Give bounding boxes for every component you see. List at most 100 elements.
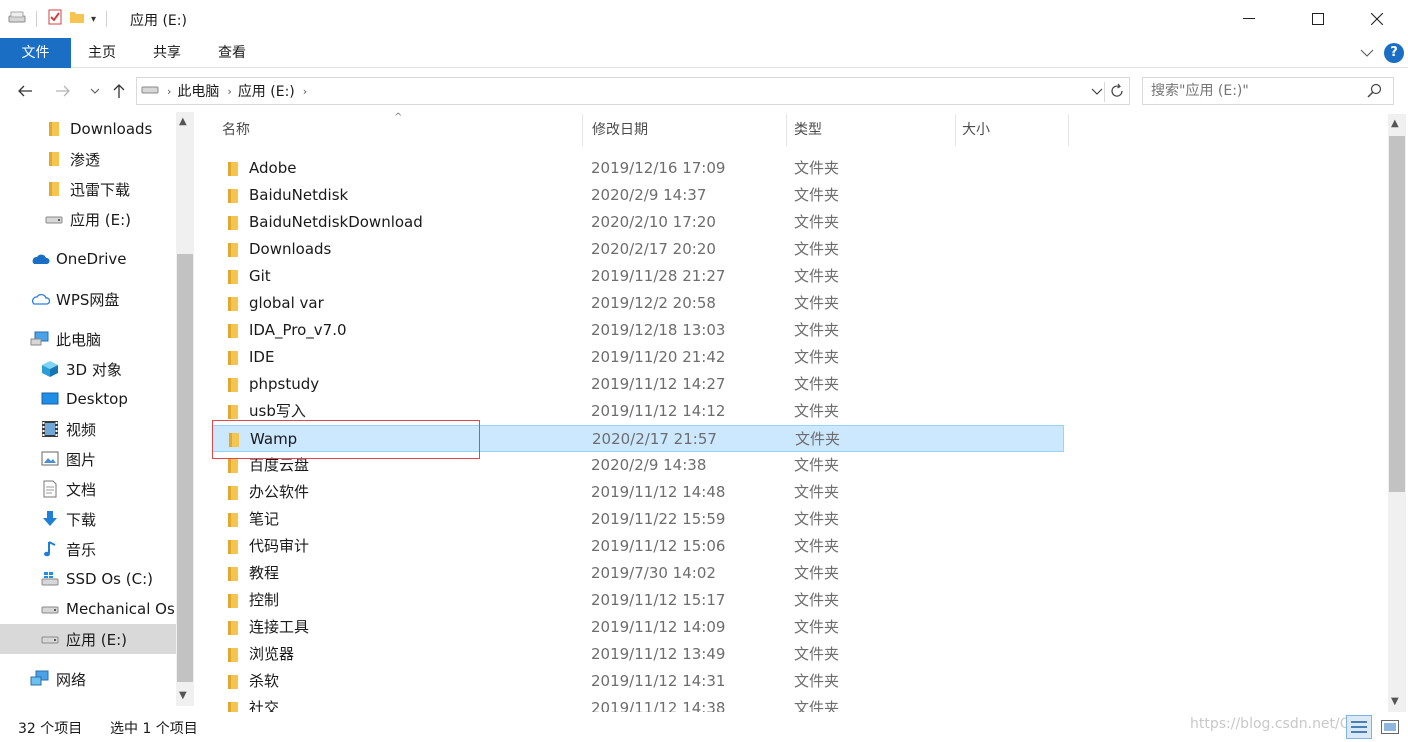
nav-item-network[interactable]: 网络 bbox=[0, 664, 176, 694]
column-header-type[interactable]: 类型 bbox=[794, 112, 822, 146]
file-date: 2020/2/17 20:20 bbox=[591, 240, 716, 258]
navigation-scrollbar[interactable]: ▲ ▼ bbox=[176, 112, 194, 706]
file-row[interactable]: Wamp 2020/2/17 21:57 文件夹 bbox=[212, 425, 1064, 452]
up-arrow-icon[interactable] bbox=[108, 80, 130, 102]
ribbon: 文件 主页 共享 查看 ? bbox=[0, 38, 1408, 68]
drive-icon[interactable] bbox=[8, 10, 26, 28]
scroll-up-icon[interactable]: ▲ bbox=[1391, 118, 1399, 129]
breadcrumb-separator-icon[interactable]: › bbox=[227, 85, 231, 98]
properties-icon[interactable] bbox=[47, 9, 63, 29]
close-button[interactable] bbox=[1354, 0, 1400, 38]
nav-item-label: 应用 (E:) bbox=[70, 210, 132, 229]
file-row[interactable]: 笔记 2019/11/22 15:59 文件夹 bbox=[212, 506, 1064, 533]
file-name: BaiduNetdisk bbox=[249, 186, 349, 204]
search-box[interactable] bbox=[1142, 77, 1394, 105]
window-title: 应用 (E:) bbox=[130, 13, 187, 29]
column-divider[interactable] bbox=[1068, 114, 1069, 146]
file-row[interactable]: Git 2019/11/28 21:27 文件夹 bbox=[212, 263, 1064, 290]
scroll-down-icon[interactable]: ▼ bbox=[1391, 696, 1399, 707]
nav-item-desktop[interactable]: Desktop bbox=[0, 384, 176, 414]
scroll-down-icon[interactable]: ▼ bbox=[179, 690, 187, 701]
nav-item-drive-c[interactable]: SSD Os (C:) bbox=[0, 564, 176, 594]
nav-item-3d-objects[interactable]: 3D 对象 bbox=[0, 354, 176, 384]
file-row[interactable]: IDE 2019/11/20 21:42 文件夹 bbox=[212, 344, 1064, 371]
file-type: 文件夹 bbox=[794, 591, 840, 609]
maximize-button[interactable] bbox=[1295, 0, 1341, 38]
file-row[interactable]: 代码审计 2019/11/12 15:06 文件夹 bbox=[212, 533, 1064, 560]
column-divider[interactable] bbox=[955, 114, 956, 146]
file-row[interactable]: phpstudy 2019/11/12 14:27 文件夹 bbox=[212, 371, 1064, 398]
nav-item-wps-cloud[interactable]: WPS网盘 bbox=[0, 284, 176, 314]
back-arrow-icon[interactable] bbox=[14, 80, 36, 102]
tab-file[interactable]: 文件 bbox=[0, 38, 71, 68]
file-row[interactable]: 杀软 2019/11/12 14:31 文件夹 bbox=[212, 668, 1064, 695]
column-divider[interactable] bbox=[582, 114, 583, 146]
tab-home[interactable]: 主页 bbox=[88, 38, 116, 68]
nav-item-documents[interactable]: 文档 bbox=[0, 474, 176, 504]
forward-arrow-icon[interactable] bbox=[52, 80, 74, 102]
breadcrumb-this-pc[interactable]: 此电脑 bbox=[177, 81, 219, 101]
file-row[interactable]: 教程 2019/7/30 14:02 文件夹 bbox=[212, 560, 1064, 587]
help-button[interactable]: ? bbox=[1384, 43, 1404, 63]
column-header-date[interactable]: 修改日期 bbox=[592, 112, 648, 146]
file-type: 文件夹 bbox=[794, 510, 840, 528]
scrollbar-thumb[interactable] bbox=[177, 254, 193, 682]
network-icon bbox=[30, 669, 50, 689]
file-row[interactable]: 连接工具 2019/11/12 14:09 文件夹 bbox=[212, 614, 1064, 641]
file-list-scrollbar[interactable]: ▲ ▼ bbox=[1388, 114, 1406, 712]
address-dropdown-chevron-icon[interactable] bbox=[1091, 84, 1103, 100]
refresh-icon[interactable] bbox=[1104, 82, 1125, 102]
file-date: 2019/11/12 14:48 bbox=[591, 483, 726, 501]
scroll-up-icon[interactable]: ▲ bbox=[179, 116, 187, 127]
column-header-size[interactable]: 大小 bbox=[962, 112, 990, 146]
nav-item-xunlei-downloads[interactable]: 迅雷下载 bbox=[0, 174, 176, 204]
file-row[interactable]: 办公软件 2019/11/12 14:48 文件夹 bbox=[212, 479, 1064, 506]
file-row[interactable]: 控制 2019/11/12 15:17 文件夹 bbox=[212, 587, 1064, 614]
folder-icon bbox=[226, 188, 240, 204]
breadcrumb-separator-icon[interactable]: › bbox=[167, 85, 171, 98]
breadcrumb-separator-icon[interactable]: › bbox=[303, 85, 307, 98]
file-row[interactable]: usb写入 2019/11/12 14:12 文件夹 bbox=[212, 398, 1064, 425]
toolbar-separator bbox=[106, 11, 108, 27]
file-row[interactable]: IDA_Pro_v7.0 2019/12/18 13:03 文件夹 bbox=[212, 317, 1064, 344]
file-date: 2019/11/22 15:59 bbox=[591, 510, 726, 528]
tab-view[interactable]: 查看 bbox=[218, 38, 246, 68]
breadcrumb-drive-e[interactable]: 应用 (E:) bbox=[238, 81, 295, 101]
nav-item-pictures[interactable]: 图片 bbox=[0, 444, 176, 474]
recent-locations-chevron-icon[interactable] bbox=[84, 80, 106, 102]
search-icon[interactable] bbox=[1367, 83, 1383, 103]
nav-item-shentou[interactable]: 渗透 bbox=[0, 144, 176, 174]
file-row[interactable]: Adobe 2019/12/16 17:09 文件夹 bbox=[212, 155, 1064, 182]
nav-item-music[interactable]: 音乐 bbox=[0, 534, 176, 564]
details-view-icon[interactable] bbox=[1346, 715, 1372, 739]
nav-item-downloads[interactable]: Downloads bbox=[0, 114, 176, 144]
nav-item-drive-e[interactable]: 应用 (E:) bbox=[0, 624, 176, 654]
file-row[interactable]: Downloads 2020/2/17 20:20 文件夹 bbox=[212, 236, 1064, 263]
tab-share[interactable]: 共享 bbox=[153, 38, 181, 68]
nav-item-downloads-folder[interactable]: 下载 bbox=[0, 504, 176, 534]
download-icon bbox=[40, 509, 60, 529]
expand-ribbon-chevron-icon[interactable] bbox=[1360, 46, 1374, 62]
column-header-name[interactable]: 名称 bbox=[222, 112, 250, 146]
scrollbar-thumb[interactable] bbox=[1389, 136, 1405, 492]
large-icons-view-icon[interactable] bbox=[1378, 715, 1402, 739]
file-row[interactable]: 浏览器 2019/11/12 13:49 文件夹 bbox=[212, 641, 1064, 668]
folder-icon bbox=[226, 350, 240, 366]
nav-item-this-pc[interactable]: 此电脑 bbox=[0, 324, 176, 354]
file-row[interactable]: 社交 2019/11/12 14:38 文件夹 bbox=[212, 695, 1064, 712]
address-bar[interactable]: › 此电脑 › 应用 (E:) › bbox=[136, 77, 1130, 105]
minimize-button[interactable] bbox=[1226, 0, 1272, 38]
new-folder-icon[interactable] bbox=[69, 9, 85, 29]
file-row[interactable]: global var 2019/12/2 20:58 文件夹 bbox=[212, 290, 1064, 317]
nav-item-onedrive[interactable]: OneDrive bbox=[0, 244, 176, 274]
customize-toolbar-icon[interactable]: ▾ bbox=[91, 14, 96, 25]
nav-item-mechanical-os[interactable]: Mechanical Os bbox=[0, 594, 176, 624]
file-row[interactable]: BaiduNetdisk 2020/2/9 14:37 文件夹 bbox=[212, 182, 1064, 209]
nav-item-drive-e-quick[interactable]: 应用 (E:) bbox=[0, 204, 176, 234]
watermark: https://blog.csdn.net/Q bbox=[1190, 716, 1351, 732]
nav-item-videos[interactable]: 视频 bbox=[0, 414, 176, 444]
file-row[interactable]: 百度云盘 2020/2/9 14:38 文件夹 bbox=[212, 452, 1064, 479]
column-divider[interactable] bbox=[786, 114, 787, 146]
file-row[interactable]: BaiduNetdiskDownload 2020/2/10 17:20 文件夹 bbox=[212, 209, 1064, 236]
search-input[interactable] bbox=[1143, 78, 1353, 104]
